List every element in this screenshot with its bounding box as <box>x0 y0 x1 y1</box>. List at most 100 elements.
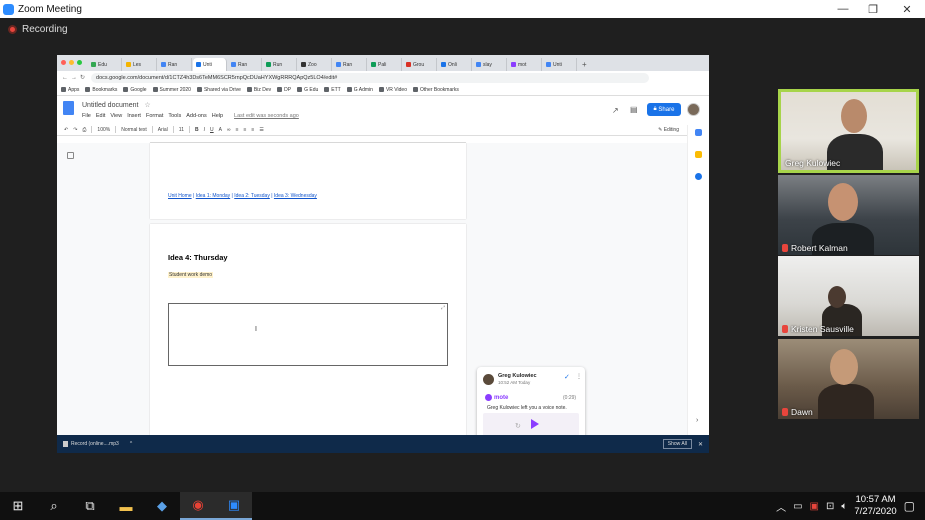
browser-tab[interactable]: Grou <box>403 58 437 71</box>
activity-trend-icon[interactable]: ↗ <box>612 106 619 115</box>
browser-tab[interactable]: Ran <box>228 58 262 71</box>
bookmark-item[interactable]: G Edu <box>297 87 318 93</box>
security-icon[interactable]: ▣ <box>810 501 819 512</box>
highlighted-text[interactable]: Student work demo <box>168 272 214 278</box>
bookmark-item[interactable]: Bookmarks <box>85 87 117 93</box>
bookmark-item[interactable]: DP <box>277 87 291 93</box>
last-edit-link[interactable]: Last edit was seconds ago <box>234 113 299 119</box>
windows-start-icon[interactable]: ⊞ <box>0 492 36 520</box>
play-icon[interactable] <box>531 419 539 429</box>
menu-item-edit[interactable]: Edit <box>96 113 105 119</box>
more-options-icon[interactable]: ⋮ <box>576 373 582 380</box>
clock[interactable]: 10:57 AM 7/27/2020 <box>854 494 896 518</box>
close-download-bar-icon[interactable]: ✕ <box>698 441 703 448</box>
browser-tab[interactable]: Run <box>263 58 297 71</box>
volume-icon[interactable]: 🔈︎ <box>841 501 847 512</box>
redo-icon[interactable]: ↷ <box>73 127 77 133</box>
text-color-icon[interactable]: A <box>219 127 222 133</box>
task-view-icon[interactable]: ⧉ <box>72 492 108 520</box>
keep-icon[interactable] <box>695 151 702 158</box>
browser-tab[interactable]: Ran <box>158 58 192 71</box>
bookmark-item[interactable]: Google <box>123 87 147 93</box>
star-icon[interactable]: ☆ <box>144 102 150 109</box>
browser-tab[interactable]: Onli <box>438 58 472 71</box>
italic-icon[interactable]: I <box>204 127 205 133</box>
resize-handle-icon[interactable]: ⤢ <box>441 305 445 311</box>
back-forward-reload-icons[interactable]: ←→↻ <box>62 74 88 81</box>
browser-tab[interactable]: Unti <box>543 58 577 71</box>
menu-item-insert[interactable]: Insert <box>127 113 141 119</box>
new-tab-icon[interactable]: + <box>582 60 587 69</box>
notifications-icon[interactable]: ▢ <box>904 499 915 513</box>
menu-item-add-ons[interactable]: Add-ons <box>186 113 207 119</box>
zoom-select[interactable]: 100% <box>97 127 110 133</box>
style-select[interactable]: Normal text <box>121 127 147 133</box>
browser-tab[interactable]: mot <box>508 58 542 71</box>
underline-icon[interactable]: U <box>210 127 214 133</box>
search-icon[interactable]: ⌕ <box>36 492 72 520</box>
chrome-icon[interactable]: ◉ <box>180 492 216 520</box>
minimize-dot-icon[interactable] <box>69 60 74 65</box>
print-icon[interactable]: ⎙ <box>82 127 86 133</box>
font-select[interactable]: Arial <box>158 127 168 133</box>
resolve-check-icon[interactable]: ✓ <box>564 373 570 381</box>
download-item[interactable]: Record (online....mp3 ^ <box>63 441 132 447</box>
menu-item-tools[interactable]: Tools <box>168 113 181 119</box>
comment-history-icon[interactable]: ▤ <box>630 105 638 114</box>
close-button[interactable]: ✕ <box>892 0 922 18</box>
participant-tile[interactable]: Kristen Sausville <box>778 256 919 336</box>
menu-item-file[interactable]: File <box>82 113 91 119</box>
chevron-up-icon[interactable]: ︿ <box>776 499 786 514</box>
bold-icon[interactable]: B <box>195 127 199 133</box>
recording-indicator[interactable]: Recording <box>8 24 68 35</box>
file-explorer-icon[interactable]: ▬ <box>108 492 144 520</box>
page-heading[interactable]: Idea 4: Thursday <box>168 253 228 262</box>
bookmark-item[interactable]: Apps <box>61 87 79 93</box>
browser-tab[interactable]: slay <box>473 58 507 71</box>
account-avatar[interactable] <box>687 103 700 116</box>
document-title-text[interactable]: Untitled document <box>82 102 138 109</box>
browser-tab[interactable]: Zoo <box>298 58 332 71</box>
browser-tab[interactable]: Les <box>123 58 157 71</box>
list-icon[interactable]: ☰ <box>259 127 263 133</box>
align-right-icon[interactable]: ≡ <box>251 127 254 133</box>
maximize-dot-icon[interactable] <box>77 60 82 65</box>
close-dot-icon[interactable] <box>61 60 66 65</box>
ruler[interactable] <box>150 136 466 143</box>
calendar-icon[interactable] <box>695 129 702 136</box>
docs-logo-icon[interactable] <box>63 101 74 115</box>
align-center-icon[interactable]: ≡ <box>243 127 246 133</box>
zoom-app-icon[interactable]: ▣ <box>216 492 252 520</box>
minimize-button[interactable]: — <box>828 0 858 18</box>
browser-tab[interactable]: Unti <box>193 58 227 71</box>
bookmark-item[interactable]: Biz Dev <box>246 87 271 93</box>
battery-icon[interactable]: ▭ <box>793 501 802 512</box>
participant-tile[interactable]: Dawn <box>778 339 919 419</box>
link-idea-1[interactable]: Idea 1: Monday <box>196 193 230 199</box>
link-unit-home[interactable]: Unit Home <box>168 193 192 199</box>
undo-icon[interactable]: ↶ <box>64 127 68 133</box>
font-size-select[interactable]: 11 <box>179 127 184 133</box>
bookmark-item[interactable]: Summer 2020 <box>152 87 191 93</box>
link-icon[interactable]: ∞ <box>227 127 231 133</box>
menu-item-view[interactable]: View <box>110 113 122 119</box>
replay-icon[interactable]: ↻ <box>515 422 521 430</box>
participant-tile[interactable]: Greg Kulowiec <box>778 89 919 173</box>
chevron-up-icon[interactable]: ^ <box>130 441 132 447</box>
url-field[interactable]: docs.google.com/document/d/1CTZ4h3Ds6TeM… <box>91 72 649 83</box>
document-title[interactable]: Untitled document ☆ <box>82 101 151 109</box>
bookmark-item[interactable]: ETT <box>324 87 341 93</box>
bookmark-item[interactable]: VR Video <box>378 87 407 93</box>
link-idea-2[interactable]: Idea 2: Tuesday <box>234 193 270 199</box>
chevron-right-icon[interactable]: › <box>696 417 698 424</box>
browser-tab[interactable]: Ran <box>333 58 367 71</box>
document-outline-icon[interactable] <box>67 152 74 159</box>
network-icon[interactable]: ⊡ <box>826 501 834 512</box>
bookmark-item[interactable]: G Admin <box>346 87 373 93</box>
remote-desktop-icon[interactable]: ◆ <box>144 492 180 520</box>
restore-button[interactable]: ❐ <box>858 0 888 18</box>
embedded-table-box[interactable]: I ⤢ <box>168 303 448 366</box>
bookmark-item[interactable]: Other Bookmarks <box>412 87 459 93</box>
link-idea-3[interactable]: Idea 3: Wednesday <box>274 193 317 199</box>
editing-mode-select[interactable]: ✎ Editing <box>658 127 679 133</box>
